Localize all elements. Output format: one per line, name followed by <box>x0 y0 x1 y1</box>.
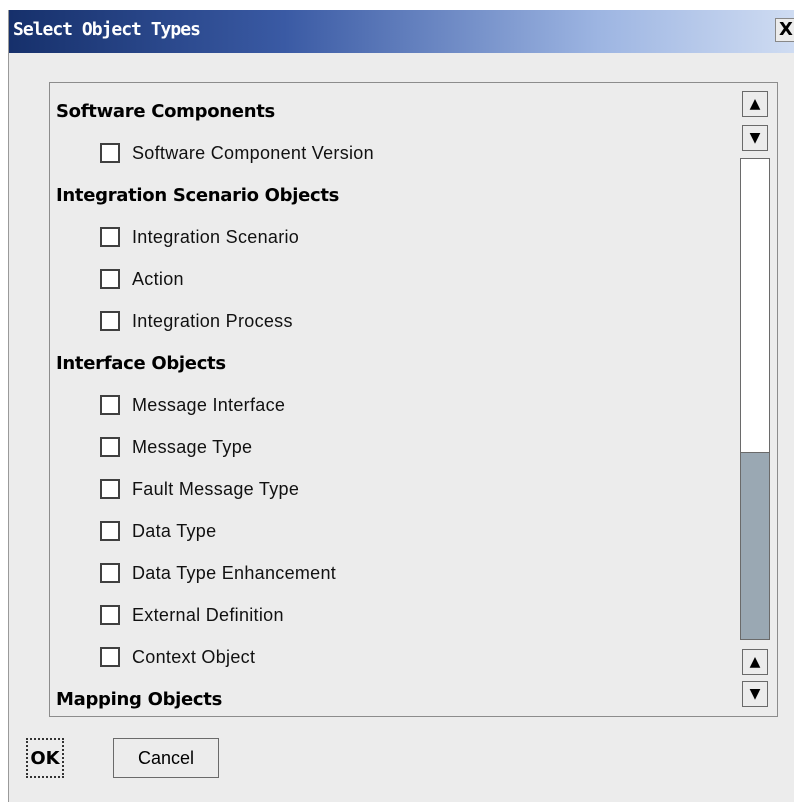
section-header: Integration Scenario Objects <box>56 184 340 206</box>
item-checkbox[interactable] <box>100 479 120 499</box>
list-item[interactable]: Message Type <box>50 426 736 468</box>
object-type-list: Software Components Software Component Ve… <box>49 82 778 717</box>
select-object-types-dialog: Select Object Types X Software Component… <box>8 10 794 802</box>
item-label: Data Type <box>132 520 217 541</box>
scroll-down-icon: ▼ <box>749 130 761 146</box>
item-checkbox[interactable] <box>100 143 120 163</box>
item-checkbox[interactable] <box>100 605 120 625</box>
item-label: Context Object <box>132 646 256 667</box>
item-checkbox[interactable] <box>100 227 120 247</box>
item-label: Action <box>132 268 184 289</box>
scroll-down-button[interactable]: ▼ <box>742 125 768 151</box>
scroll-up-button[interactable]: ▲ <box>742 91 768 117</box>
list-item[interactable]: Context Object <box>50 636 736 678</box>
window-title: Select Object Types <box>13 19 201 40</box>
vertical-scrollbar[interactable]: ▲ ▼ ▲ ▼ <box>738 83 776 716</box>
scroll-up-icon: ▲ <box>749 96 761 112</box>
list-item[interactable]: Data Type Enhancement <box>50 552 736 594</box>
list-item[interactable]: Action <box>50 258 736 300</box>
button-bar: OK Cancel <box>9 728 794 802</box>
list-item[interactable]: Fault Message Type <box>50 468 736 510</box>
scroll-up-icon: ▲ <box>749 654 761 670</box>
list-viewport: Software Components Software Component Ve… <box>50 83 736 716</box>
item-label: Data Type Enhancement <box>132 562 337 583</box>
item-label: Software Component Version <box>132 142 374 163</box>
item-label: Integration Process <box>132 310 293 331</box>
list-item[interactable]: Integration Scenario <box>50 216 736 258</box>
item-checkbox[interactable] <box>100 521 120 541</box>
section-header: Software Components <box>56 100 275 122</box>
item-label: External Definition <box>132 604 284 625</box>
ok-button[interactable]: OK <box>26 738 64 778</box>
section-header: Mapping Objects <box>56 688 223 710</box>
item-checkbox[interactable] <box>100 647 120 667</box>
item-label: Message Interface <box>132 394 286 415</box>
page-up-button[interactable]: ▲ <box>742 649 768 675</box>
scroll-down-icon: ▼ <box>749 686 761 702</box>
item-checkbox[interactable] <box>100 269 120 289</box>
scroll-thumb[interactable] <box>741 452 769 639</box>
scroll-track[interactable] <box>740 158 770 640</box>
list-item[interactable]: Data Type <box>50 510 736 552</box>
item-checkbox[interactable] <box>100 437 120 457</box>
item-label: Integration Scenario <box>132 226 300 247</box>
item-checkbox[interactable] <box>100 311 120 331</box>
list-item[interactable]: Integration Process <box>50 300 736 342</box>
list-item[interactable]: External Definition <box>50 594 736 636</box>
page-down-button[interactable]: ▼ <box>742 681 768 707</box>
item-checkbox[interactable] <box>100 563 120 583</box>
item-label: Message Type <box>132 436 253 457</box>
close-button[interactable]: X <box>775 18 794 42</box>
cancel-button[interactable]: Cancel <box>113 738 219 778</box>
section-header: Interface Objects <box>56 352 226 374</box>
title-bar[interactable]: Select Object Types X <box>9 10 794 53</box>
item-label: Fault Message Type <box>132 478 300 499</box>
list-item[interactable]: Message Interface <box>50 384 736 426</box>
list-item[interactable]: Software Component Version <box>50 132 736 174</box>
item-checkbox[interactable] <box>100 395 120 415</box>
